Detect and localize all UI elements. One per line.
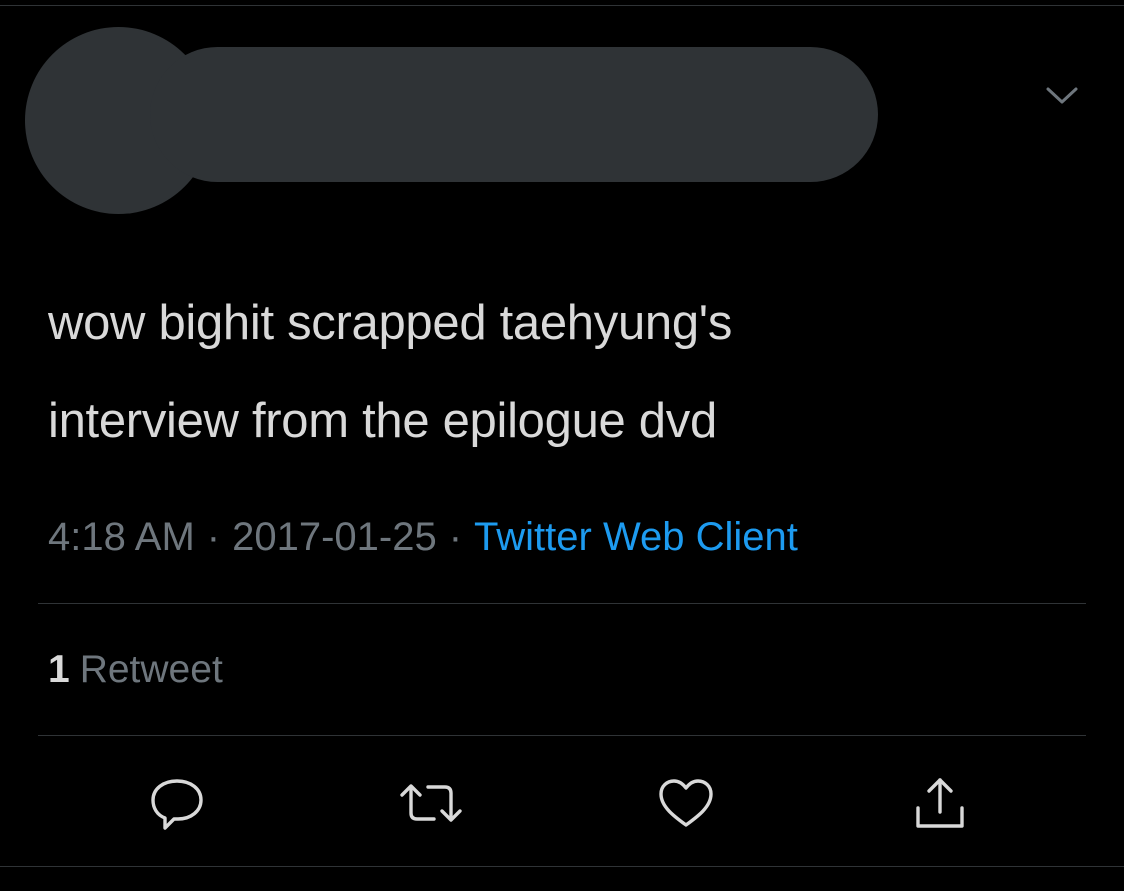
share-button[interactable] [905, 768, 975, 838]
reply-button[interactable] [142, 768, 212, 838]
tweet-date: 2017-01-25 [232, 515, 437, 559]
retweet-count: 1 [48, 648, 70, 691]
tweet-metadata: 4:18 AM · 2017-01-25 · Twitter Web Client [48, 510, 798, 564]
top-border [0, 5, 1124, 6]
chevron-down-icon[interactable] [1042, 80, 1082, 110]
tweet-time: 4:18 AM [48, 515, 195, 559]
tweet-text-line-1: wow bighit scrapped taehyung's [48, 296, 733, 350]
heart-icon [659, 779, 713, 827]
bottom-border [0, 866, 1124, 867]
retweet-label: Retweet [79, 648, 223, 691]
reply-icon [151, 779, 203, 830]
tweet-text-line-2: interview from the epilogue dvd [48, 394, 717, 448]
share-icon [916, 778, 964, 828]
separator-dot: · [448, 515, 463, 559]
separator-dot: · [206, 515, 221, 559]
tweet-source-link[interactable]: Twitter Web Client [474, 515, 798, 559]
divider [38, 735, 1086, 736]
username-redacted[interactable] [150, 47, 878, 182]
retweet-button[interactable] [396, 768, 466, 838]
divider [38, 603, 1086, 604]
tweet-text: wow bighit scrapped taehyung's interview… [48, 274, 1048, 470]
retweet-stats[interactable]: 1 Retweet [48, 644, 223, 696]
retweet-icon [400, 784, 462, 822]
like-button[interactable] [651, 768, 721, 838]
